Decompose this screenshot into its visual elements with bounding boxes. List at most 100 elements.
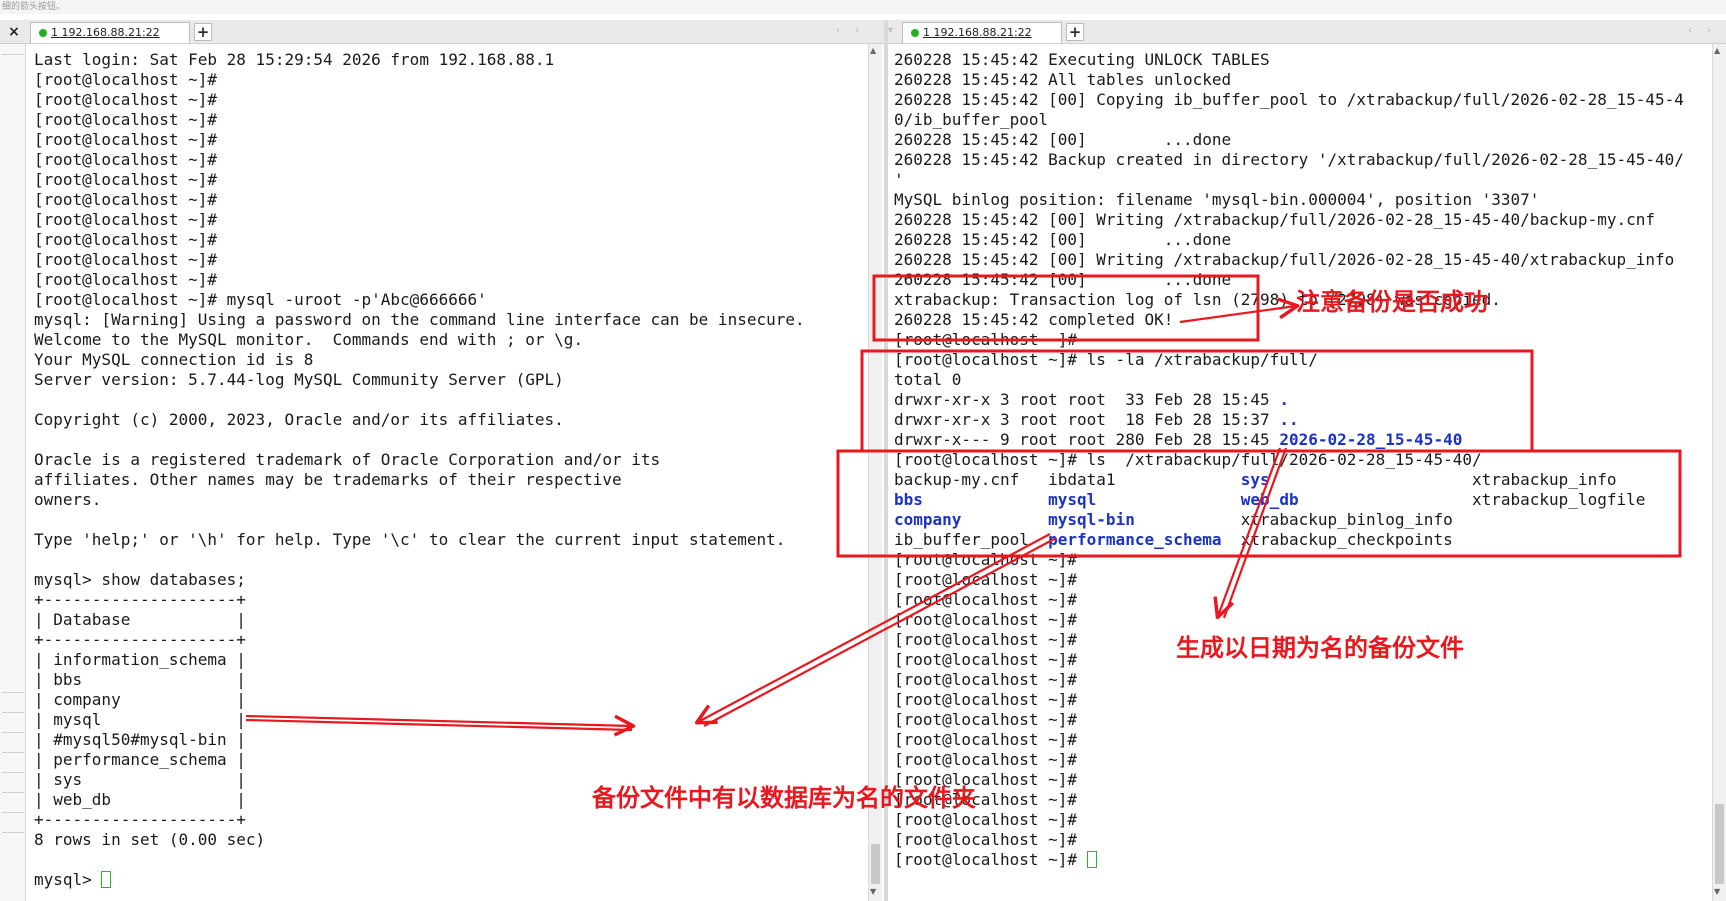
directory-entry: .. [1279,410,1299,429]
ls-file-entry: company [894,510,1049,529]
terminal-line: mysql: [Warning] Using a password on the… [34,310,805,329]
top-hint-text: 细的箭头按钮。 [0,0,1726,14]
left-prompt-line: mysql> [34,870,866,890]
shell-prompt: [root@localhost ~]# [894,570,1078,589]
terminal-line: Server version: 5.7.44-log MySQL Communi… [34,370,564,389]
ls-file-entry: xtrabackup_checkpoints [1240,530,1472,549]
annotation-check-success: 注意备份是否成功 [1296,288,1488,316]
terminal-line: [root@localhost ~]# [34,130,218,149]
terminal-line: [root@localhost ~]# [34,210,218,229]
terminal-line: owners. [34,490,102,509]
terminal-line: [root@localhost ~]# [34,170,218,189]
tab-left-label: 1 192.168.88.21:22 [51,26,160,39]
ls-file-entry: ib_buffer_pool [894,530,1049,549]
pane-divider[interactable] [884,20,888,901]
terminal-line: MySQL binlog position: filename 'mysql-b… [894,190,1540,209]
right-tab-menu-icon[interactable]: ▾ [888,25,893,36]
scroll-up-icon[interactable]: ▲ [870,46,876,55]
terminal-line: [root@localhost ~]# [34,230,218,249]
terminal-line: | company | [34,690,246,709]
shell-prompt: [root@localhost ~]# [894,590,1078,609]
session-sidebar [0,44,26,901]
shell-prompt: [root@localhost ~]# [894,550,1078,569]
terminal-line: | information_schema | [34,650,246,669]
scroll-down-icon[interactable]: ▼ [1714,887,1720,896]
terminal-line: [root@localhost ~]# [34,190,218,209]
tab-scroll-arrows-icon[interactable]: ‹ › [1688,25,1717,36]
terminal-line: drwxr-x--- 9 root root 280 Feb 28 15:45 [894,430,1280,449]
ls-file-entry [1472,530,1665,549]
terminal-line: 260228 15:45:42 completed OK! [894,310,1174,329]
right-scroll-thumb[interactable] [1715,804,1724,884]
terminal-line: | performance_schema | [34,750,246,769]
terminal-line: [root@localhost ~]# [894,330,1078,349]
annotation-db-folders: 备份文件中有以数据库为名的文件夹 [592,784,976,812]
terminal-line: [root@localhost ~]# [34,90,218,109]
ls-file-entry: mysql [1048,490,1241,509]
terminal-line: 260228 15:45:42 [00] Writing /xtrabackup… [894,210,1655,229]
tab-right-label: 1 192.168.88.21:22 [923,26,1032,39]
terminal-line: 260228 15:45:42 Executing UNLOCK TABLES [894,50,1270,69]
terminal-cursor [1086,851,1097,868]
tab-left-session[interactable]: 1 192.168.88.21:22 [30,22,190,43]
shell-prompt: [root@localhost ~]# [894,670,1078,689]
terminal-line: | #mysql50#mysql-bin | [34,730,246,749]
ls-file-entry: xtrabackup_logfile [1471,490,1665,509]
terminal-line: | sys | [34,770,246,789]
terminal-line: 260228 15:45:42 [00] Writing /xtrabackup… [894,250,1675,269]
terminal-line: Type 'help;' or '\h' for help. Type '\c'… [34,530,786,549]
ls-file-entry: bbs [894,490,1049,509]
ls-file-entry [1472,510,1665,529]
right-terminal[interactable]: 260228 15:45:42 Executing UNLOCK TABLES … [894,44,1712,901]
add-tab-button[interactable]: + [194,23,212,41]
terminal-line: affiliates. Other names may be trademark… [34,470,622,489]
shell-prompt: [root@localhost ~]# [894,610,1078,629]
ls-file-entry: backup-my.cnf [894,470,1049,489]
terminal-line: drwxr-xr-x 3 root root 33 Feb 28 15:45 [894,390,1280,409]
terminal-line: ' [894,170,904,189]
shell-prompt: [root@localhost ~]# [894,750,1078,769]
ls-file-entry: xtrabackup_info [1471,470,1665,489]
left-terminal[interactable]: Last login: Sat Feb 28 15:29:54 2026 fro… [34,44,866,901]
connected-status-icon [911,29,919,37]
terminal-line: Last login: Sat Feb 28 15:29:54 2026 fro… [34,50,555,69]
ls-file-entry: mysql-bin [1048,510,1241,529]
terminal-line: 260228 15:45:42 [00] ...done [894,230,1232,249]
ls-file-entry: xtrabackup_binlog_info [1240,510,1472,529]
shell-prompt: [root@localhost ~]# [894,630,1078,649]
terminal-line: | mysql | [34,710,246,729]
left-scrollbar[interactable]: ▲ ▼ [868,44,882,901]
tab-right-session[interactable]: 1 192.168.88.21:22 [902,22,1062,43]
terminal-line: Oracle is a registered trademark of Orac… [34,450,661,469]
terminal-line: [root@localhost ~]# [34,110,218,129]
terminal-line: | bbs | [34,670,246,689]
terminal-cursor [101,871,112,888]
terminal-line: [root@localhost ~]# [34,70,218,89]
terminal-line: [root@localhost ~]# [34,270,218,289]
ls-file-entry: ibdata1 [1048,470,1241,489]
add-tab-button[interactable]: + [1066,23,1084,41]
directory-entry: . [1279,390,1289,409]
shell-prompt: [root@localhost ~]# [894,850,1078,869]
right-scrollbar[interactable]: ▲ ▼ [1712,44,1726,901]
close-pane-icon[interactable]: × [0,20,28,44]
ls-file-entry: sys [1240,470,1472,489]
shell-prompt: [root@localhost ~]# [894,730,1078,749]
right-prompt-lines: [root@localhost ~]# [root@localhost ~]# … [894,550,1712,870]
terminal-line: [root@localhost ~]# [34,250,218,269]
scroll-up-icon[interactable]: ▲ [1714,46,1720,55]
terminal-line: [root@localhost ~]# ls -la /xtrabackup/f… [894,350,1318,369]
left-scroll-thumb[interactable] [871,844,880,884]
terminal-line: [root@localhost ~]# [34,150,218,169]
shell-prompt: [root@localhost ~]# [894,690,1078,709]
terminal-line: 260228 15:45:42 Backup created in direct… [894,150,1684,169]
ls-file-entry: web_db [1240,490,1472,509]
right-tab-bar: ▾ 1 192.168.88.21:22 + ‹ › [888,20,1726,44]
ls-output-grid: backup-my.cnf ibdata1 sys xtrabackup_inf… [894,470,1712,550]
terminal-line: 0/ib_buffer_pool [894,110,1049,129]
tab-scroll-arrows-icon[interactable]: ‹ › [836,25,865,36]
scroll-down-icon[interactable]: ▼ [870,887,876,896]
terminal-line: mysql> show databases; [34,570,246,589]
terminal-line: | web_db | [34,790,246,809]
ls-file-entry: performance_schema [1048,530,1241,549]
